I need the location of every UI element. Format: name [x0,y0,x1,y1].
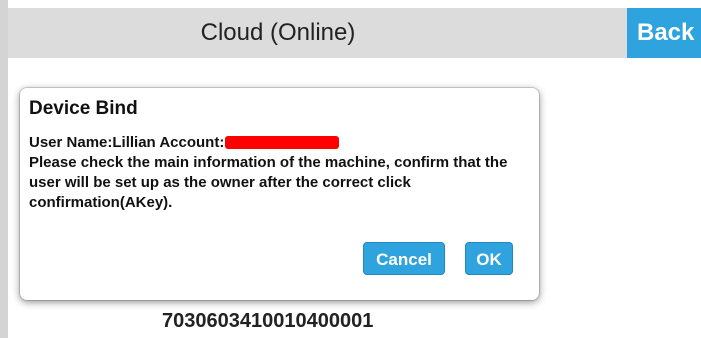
device-code: 7030603410010400001 [162,310,374,332]
page-title: Cloud (Online) [200,19,356,46]
dialog-message: Please check the main information of the… [29,154,508,211]
user-account-label: User Name:Lillian Account: [29,134,225,151]
left-border [0,0,8,338]
ok-button[interactable]: OK [465,242,513,275]
user-account-line: User Name:Lillian Account: [29,134,340,151]
device-bind-dialog: Device Bind User Name:Lillian Account: P… [20,88,539,300]
back-button[interactable]: Back [627,8,701,58]
cancel-button[interactable]: Cancel [363,242,445,275]
dialog-title: Device Bind [29,98,138,119]
account-redaction [225,136,340,149]
header-bar: Cloud (Online) [8,8,627,58]
